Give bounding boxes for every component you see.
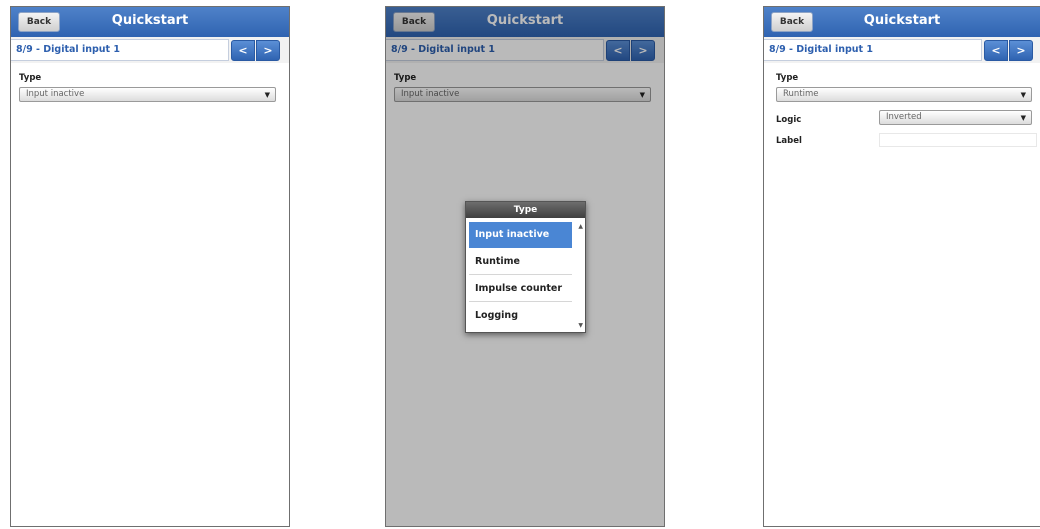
back-button[interactable]: Back bbox=[771, 12, 813, 32]
type-picker-dialog: Type Input inactive Runtime Impulse coun… bbox=[465, 201, 586, 333]
option-logging[interactable]: Logging bbox=[469, 303, 572, 329]
triangle-down-icon: ▼ bbox=[1020, 114, 1026, 122]
logic-label: Logic bbox=[776, 115, 802, 125]
logic-select[interactable]: Inverted ▼ bbox=[879, 110, 1032, 125]
type-select[interactable]: Runtime ▼ bbox=[776, 87, 1032, 102]
header-bar: Quickstart Back bbox=[11, 7, 289, 37]
screen-type-dialog: Quickstart Back 8/9 - Digital input 1 < … bbox=[385, 6, 665, 527]
label-label: Label bbox=[776, 136, 802, 146]
scroll-down-icon[interactable]: ▼ bbox=[578, 322, 583, 329]
screen-type-input-inactive: Quickstart Back 8/9 - Digital input 1 < … bbox=[10, 6, 290, 527]
option-input-inactive[interactable]: Input inactive bbox=[469, 222, 572, 248]
label-input[interactable] bbox=[879, 133, 1037, 147]
type-select[interactable]: Input inactive ▼ bbox=[19, 87, 276, 102]
scroll-up-icon[interactable]: ▲ bbox=[578, 223, 583, 230]
step-title: 8/9 - Digital input 1 bbox=[11, 39, 229, 61]
option-impulse-counter[interactable]: Impulse counter bbox=[469, 276, 572, 302]
next-button[interactable]: > bbox=[256, 40, 280, 61]
step-bar: 8/9 - Digital input 1 < > bbox=[11, 37, 289, 63]
logic-select-value: Inverted bbox=[886, 112, 922, 122]
type-label: Type bbox=[776, 73, 799, 83]
type-select-value: Input inactive bbox=[26, 89, 85, 99]
dialog-title: Type bbox=[466, 202, 585, 218]
prev-button[interactable]: < bbox=[984, 40, 1008, 61]
step-title: 8/9 - Digital input 1 bbox=[764, 39, 982, 61]
header-bar: Quickstart Back bbox=[764, 7, 1040, 37]
prev-button[interactable]: < bbox=[231, 40, 255, 61]
triangle-down-icon: ▼ bbox=[264, 91, 270, 99]
back-button[interactable]: Back bbox=[18, 12, 60, 32]
step-bar: 8/9 - Digital input 1 < > bbox=[764, 37, 1040, 63]
type-select-value: Runtime bbox=[783, 89, 819, 99]
triangle-down-icon: ▼ bbox=[1020, 91, 1026, 99]
type-label: Type bbox=[19, 73, 42, 83]
screen-type-runtime: Quickstart Back 8/9 - Digital input 1 < … bbox=[763, 6, 1040, 527]
option-runtime[interactable]: Runtime bbox=[469, 249, 572, 275]
next-button[interactable]: > bbox=[1009, 40, 1033, 61]
